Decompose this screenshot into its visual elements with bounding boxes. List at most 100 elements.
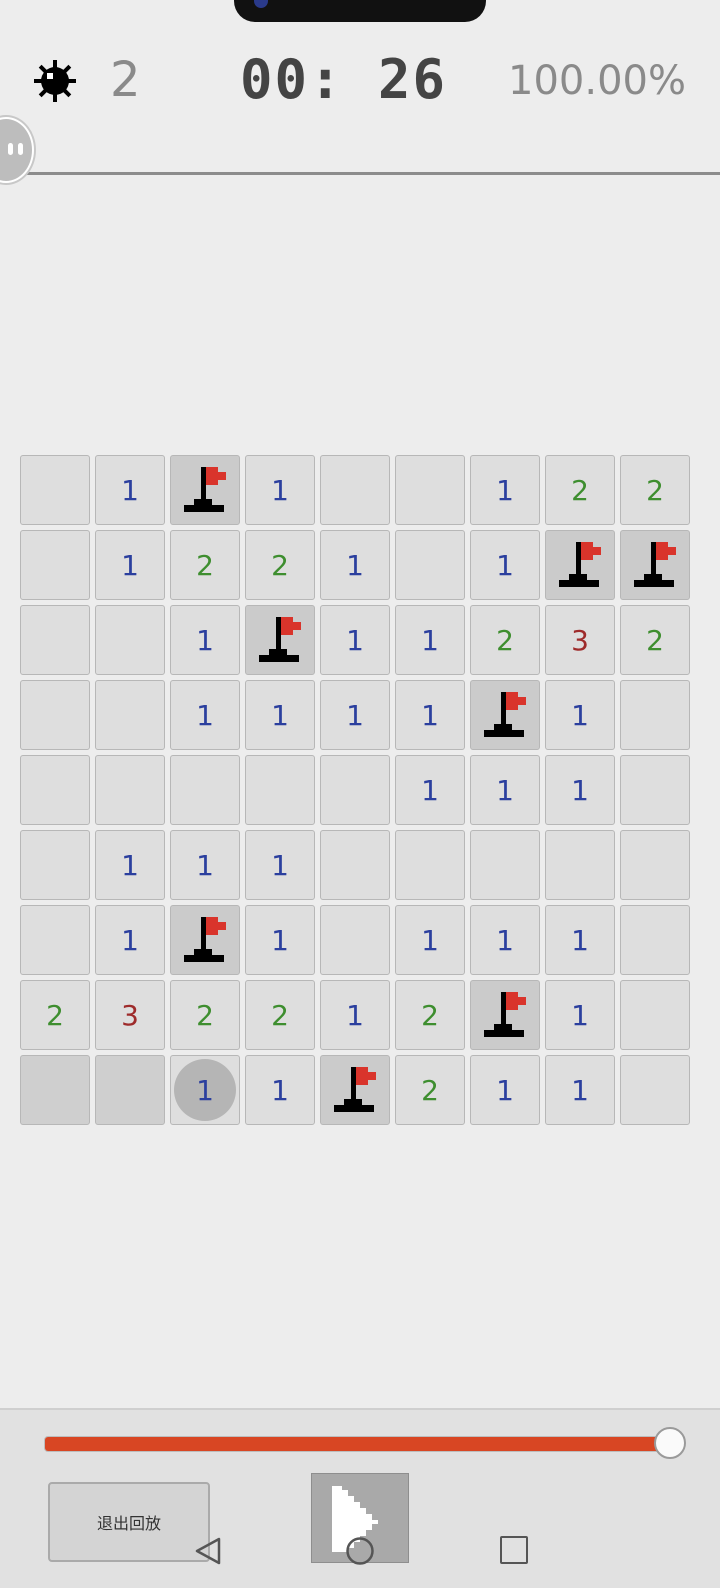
- number-cell[interactable]: 1: [95, 530, 165, 600]
- cell-number: 1: [121, 473, 139, 507]
- cell-number: 1: [421, 698, 439, 732]
- unrevealed-cell[interactable]: [95, 1055, 165, 1125]
- flagged-cell[interactable]: [545, 530, 615, 600]
- flagged-cell[interactable]: [245, 605, 315, 675]
- number-cell[interactable]: 3: [95, 980, 165, 1050]
- number-cell[interactable]: 1: [170, 830, 240, 900]
- number-cell[interactable]: 1: [545, 680, 615, 750]
- number-cell[interactable]: 2: [245, 980, 315, 1050]
- empty-cell[interactable]: [20, 830, 90, 900]
- empty-cell[interactable]: [95, 755, 165, 825]
- cell-number: 2: [571, 473, 589, 507]
- number-cell[interactable]: 2: [395, 1055, 465, 1125]
- minefield-grid: 1 1 1 2 2 1 2 2 1 1 1 1 1 2 3 2 1 1 1 1 1 1 1 1 1 1 1 1 1 1 1 1 2 3 2 2 1 2 1 1…: [20, 455, 700, 1137]
- number-cell[interactable]: 1: [470, 755, 540, 825]
- replay-slider-thumb[interactable]: [654, 1427, 686, 1459]
- empty-cell[interactable]: [20, 905, 90, 975]
- empty-cell[interactable]: [320, 455, 390, 525]
- cell-number: 1: [271, 923, 289, 957]
- number-cell[interactable]: 1: [545, 905, 615, 975]
- number-cell[interactable]: 2: [170, 980, 240, 1050]
- number-cell[interactable]: 1: [245, 455, 315, 525]
- cell-number: 1: [571, 998, 589, 1032]
- flagged-cell[interactable]: [620, 530, 690, 600]
- number-cell[interactable]: 1: [95, 905, 165, 975]
- number-cell[interactable]: 1: [170, 605, 240, 675]
- flagged-cell[interactable]: [320, 1055, 390, 1125]
- number-cell[interactable]: 2: [620, 455, 690, 525]
- empty-cell[interactable]: [620, 755, 690, 825]
- flagged-cell[interactable]: [470, 980, 540, 1050]
- cell-number: 2: [646, 473, 664, 507]
- empty-cell[interactable]: [545, 830, 615, 900]
- number-cell[interactable]: 2: [395, 980, 465, 1050]
- empty-cell[interactable]: [170, 755, 240, 825]
- empty-cell[interactable]: [95, 605, 165, 675]
- number-cell[interactable]: 3: [545, 605, 615, 675]
- empty-cell[interactable]: [20, 455, 90, 525]
- number-cell[interactable]: 1: [245, 680, 315, 750]
- empty-cell[interactable]: [620, 980, 690, 1050]
- number-cell[interactable]: 2: [620, 605, 690, 675]
- empty-cell[interactable]: [95, 680, 165, 750]
- number-cell[interactable]: 1: [245, 830, 315, 900]
- empty-cell[interactable]: [620, 680, 690, 750]
- flagged-cell[interactable]: [170, 905, 240, 975]
- number-cell[interactable]: 1: [545, 1055, 615, 1125]
- back-triangle-icon[interactable]: [193, 1536, 223, 1566]
- number-cell[interactable]: 1: [395, 905, 465, 975]
- number-cell[interactable]: 2: [20, 980, 90, 1050]
- number-cell[interactable]: 1: [545, 980, 615, 1050]
- number-cell[interactable]: 2: [170, 530, 240, 600]
- number-cell[interactable]: 1: [170, 1055, 240, 1125]
- empty-cell[interactable]: [395, 530, 465, 600]
- empty-cell[interactable]: [20, 530, 90, 600]
- number-cell[interactable]: 2: [245, 530, 315, 600]
- cell-number: 2: [421, 998, 439, 1032]
- number-cell[interactable]: 1: [320, 980, 390, 1050]
- number-cell[interactable]: 1: [395, 680, 465, 750]
- cell-number: 1: [496, 773, 514, 807]
- flag-icon: [184, 917, 226, 962]
- replay-progress-slider[interactable]: [44, 1436, 670, 1452]
- empty-cell[interactable]: [395, 830, 465, 900]
- empty-cell[interactable]: [620, 1055, 690, 1125]
- flagged-cell[interactable]: [470, 680, 540, 750]
- cell-number: 2: [46, 998, 64, 1032]
- number-cell[interactable]: 1: [320, 530, 390, 600]
- recents-square-icon[interactable]: [500, 1536, 528, 1564]
- number-cell[interactable]: 2: [545, 455, 615, 525]
- unrevealed-cell[interactable]: [20, 1055, 90, 1125]
- number-cell[interactable]: 1: [245, 1055, 315, 1125]
- number-cell[interactable]: 1: [395, 755, 465, 825]
- number-cell[interactable]: 2: [470, 605, 540, 675]
- home-circle-icon[interactable]: [345, 1536, 375, 1566]
- number-cell[interactable]: 1: [470, 530, 540, 600]
- number-cell[interactable]: 1: [320, 680, 390, 750]
- number-cell[interactable]: 1: [395, 605, 465, 675]
- empty-cell[interactable]: [470, 830, 540, 900]
- cell-number: 3: [121, 998, 139, 1032]
- cell-number: 1: [571, 1073, 589, 1107]
- number-cell[interactable]: 1: [320, 605, 390, 675]
- number-cell[interactable]: 1: [95, 455, 165, 525]
- empty-cell[interactable]: [20, 680, 90, 750]
- number-cell[interactable]: 1: [470, 1055, 540, 1125]
- empty-cell[interactable]: [20, 755, 90, 825]
- empty-cell[interactable]: [320, 905, 390, 975]
- number-cell[interactable]: 1: [470, 455, 540, 525]
- number-cell[interactable]: 1: [470, 905, 540, 975]
- empty-cell[interactable]: [620, 830, 690, 900]
- number-cell[interactable]: 1: [245, 905, 315, 975]
- empty-cell[interactable]: [620, 905, 690, 975]
- number-cell[interactable]: 1: [170, 680, 240, 750]
- number-cell[interactable]: 1: [545, 755, 615, 825]
- number-cell[interactable]: 1: [95, 830, 165, 900]
- empty-cell[interactable]: [245, 755, 315, 825]
- empty-cell[interactable]: [320, 755, 390, 825]
- flagged-cell[interactable]: [170, 455, 240, 525]
- empty-cell[interactable]: [320, 830, 390, 900]
- exit-replay-button[interactable]: 退出回放: [48, 1482, 210, 1562]
- empty-cell[interactable]: [395, 455, 465, 525]
- empty-cell[interactable]: [20, 605, 90, 675]
